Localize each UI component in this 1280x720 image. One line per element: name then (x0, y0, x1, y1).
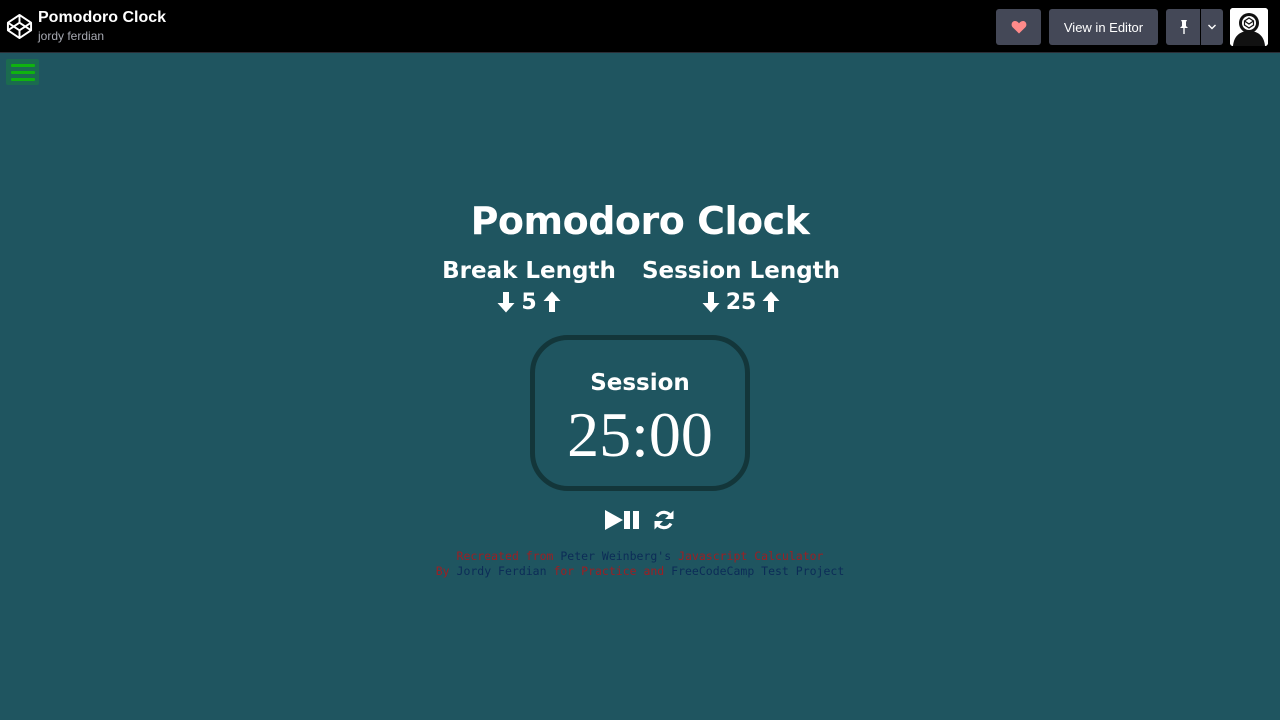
pin-button[interactable] (1166, 9, 1200, 45)
credit-link-freecodecamp[interactable]: FreeCodeCamp Test Project (671, 564, 844, 578)
timer-label: Session (590, 370, 690, 396)
break-length-controls: 5 (414, 288, 644, 316)
play-pause-icon[interactable] (604, 508, 644, 532)
session-increment-arrow-up-icon[interactable] (760, 290, 782, 314)
chevron-down-icon (1208, 24, 1216, 30)
user-avatar[interactable] (1230, 8, 1268, 46)
credit-text: By (435, 564, 457, 578)
session-decrement-arrow-down-icon[interactable] (700, 290, 722, 314)
credit-text: for Practice and (546, 564, 672, 578)
pin-dropdown-button[interactable] (1201, 9, 1223, 45)
break-length-value: 5 (521, 289, 537, 315)
credits-line-1: Recreated from Peter Weinberg's Javascri… (0, 549, 1280, 564)
avatar-image (1230, 8, 1268, 46)
credit-link-jordy-ferdian[interactable]: Jordy Ferdian (457, 564, 547, 578)
session-length-label: Session Length (641, 258, 841, 284)
pen-title: Pomodoro Clock (38, 9, 167, 26)
credit-link-peter-weinberg[interactable]: Peter Weinberg's (560, 549, 671, 563)
refresh-icon[interactable] (652, 508, 676, 532)
credits-line-2: By Jordy Ferdian for Practice and FreeCo… (0, 564, 1280, 579)
pen-author[interactable]: jordy ferdian (38, 29, 104, 43)
timer-value: 25:00 (567, 399, 713, 470)
session-length-controls: 25 (626, 288, 856, 316)
menu-bar (10, 70, 35, 74)
credit-text: Recreated from (456, 549, 561, 563)
view-in-editor-button[interactable]: View in Editor (1049, 9, 1158, 45)
top-bar: Pomodoro Clock jordy ferdian View in Edi… (0, 0, 1280, 53)
codepen-logo-icon[interactable] (6, 13, 33, 40)
menu-bar (10, 77, 35, 81)
pin-icon (1180, 20, 1188, 34)
like-button[interactable] (996, 9, 1041, 45)
timer-display: Session 25:00 (530, 335, 750, 491)
page-title: Pomodoro Clock (470, 199, 810, 243)
menu-bar (10, 63, 35, 67)
session-length-value: 25 (725, 289, 757, 315)
break-decrement-arrow-down-icon[interactable] (495, 290, 517, 314)
heart-icon (1011, 20, 1026, 34)
credit-text: Javascript Calculator (671, 549, 824, 563)
timer-controls (600, 506, 680, 534)
break-length-label: Break Length (442, 258, 616, 284)
break-increment-arrow-up-icon[interactable] (541, 290, 563, 314)
hamburger-menu-icon[interactable] (6, 59, 39, 85)
